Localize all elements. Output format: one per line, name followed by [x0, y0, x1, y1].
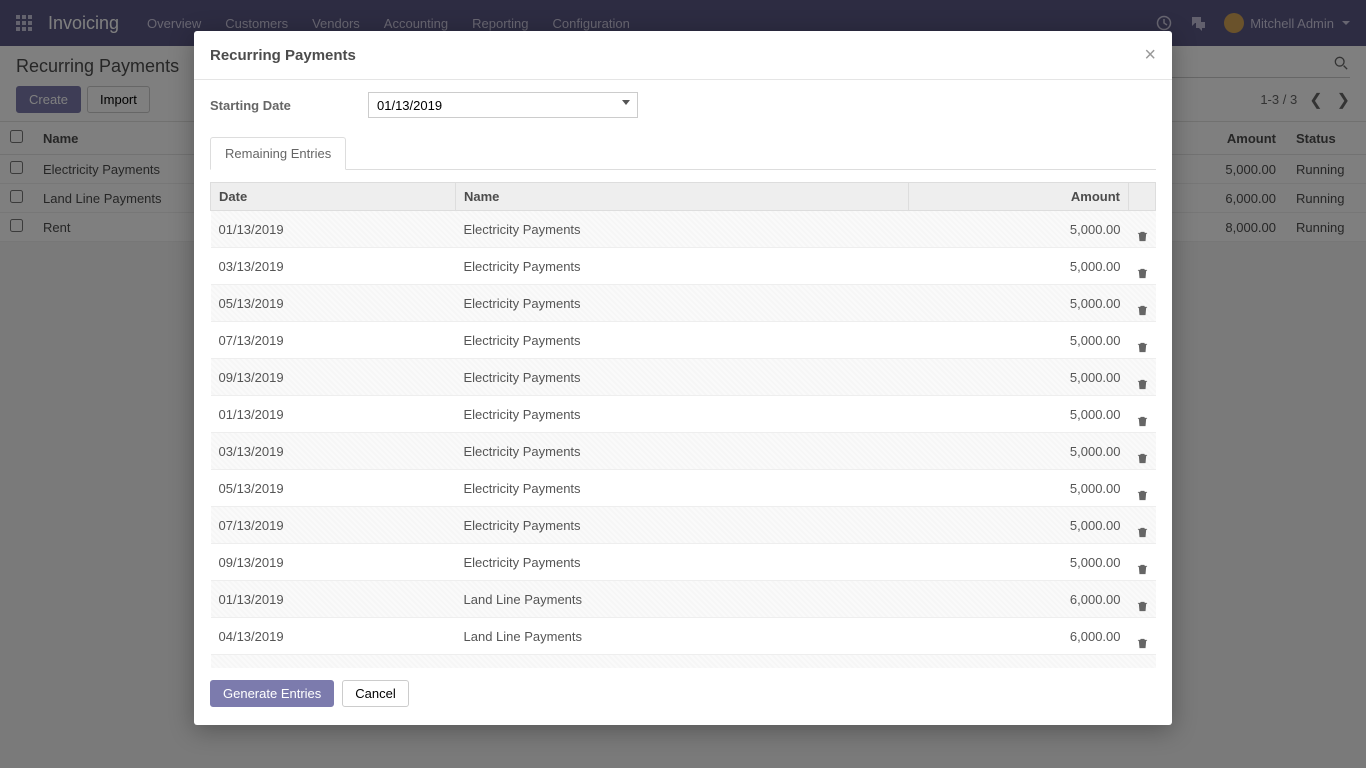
cell-name: Electricity Payments: [456, 470, 909, 507]
trash-icon[interactable]: [1137, 490, 1148, 501]
table-row[interactable]: 09/13/2019 Electricity Payments 5,000.00: [211, 359, 1156, 396]
table-row[interactable]: 04/13/2019 Land Line Payments 6,000.00: [211, 618, 1156, 655]
modal-header: Recurring Payments ×: [194, 31, 1172, 80]
cell-date: 01/13/2019: [211, 396, 456, 433]
cell-amount: 5,000.00: [909, 470, 1129, 507]
modal-title: Recurring Payments: [210, 47, 356, 64]
starting-date-input[interactable]: [368, 92, 638, 118]
trash-icon[interactable]: [1137, 564, 1148, 575]
cell-amount: 5,000.00: [909, 359, 1129, 396]
generate-entries-button[interactable]: Generate Entries: [210, 680, 334, 707]
table-row[interactable]: 07/13/2019 Electricity Payments 5,000.00: [211, 322, 1156, 359]
cell-name: Electricity Payments: [456, 433, 909, 470]
cell-name: Land Line Payments: [456, 655, 909, 669]
cell-name: Land Line Payments: [456, 618, 909, 655]
table-row[interactable]: 07/13/2019 Land Line Payments 6,000.00: [211, 655, 1156, 669]
trash-icon[interactable]: [1137, 601, 1148, 612]
cell-name: Electricity Payments: [456, 544, 909, 581]
cell-name: Electricity Payments: [456, 507, 909, 544]
cell-date: 09/13/2019: [211, 544, 456, 581]
col-amount[interactable]: Amount: [909, 183, 1129, 211]
cell-date: 05/13/2019: [211, 285, 456, 322]
table-row[interactable]: 09/13/2019 Electricity Payments 5,000.00: [211, 544, 1156, 581]
cell-name: Electricity Payments: [456, 211, 909, 248]
trash-icon[interactable]: [1137, 638, 1148, 649]
cell-date: 01/13/2019: [211, 211, 456, 248]
cell-name: Land Line Payments: [456, 581, 909, 618]
cell-date: 03/13/2019: [211, 433, 456, 470]
table-row[interactable]: 03/13/2019 Electricity Payments 5,000.00: [211, 248, 1156, 285]
table-row[interactable]: 03/13/2019 Electricity Payments 5,000.00: [211, 433, 1156, 470]
cell-amount: 5,000.00: [909, 544, 1129, 581]
chevron-down-icon[interactable]: [622, 100, 630, 105]
cell-date: 05/13/2019: [211, 470, 456, 507]
cell-name: Electricity Payments: [456, 285, 909, 322]
cell-amount: 5,000.00: [909, 507, 1129, 544]
cell-name: Electricity Payments: [456, 248, 909, 285]
cell-name: Electricity Payments: [456, 396, 909, 433]
trash-icon[interactable]: [1137, 231, 1148, 242]
trash-icon[interactable]: [1137, 342, 1148, 353]
col-actions: [1129, 183, 1156, 211]
table-row[interactable]: 01/13/2019 Electricity Payments 5,000.00: [211, 396, 1156, 433]
cell-date: 01/13/2019: [211, 581, 456, 618]
tabs: Remaining Entries: [210, 136, 1156, 170]
close-icon[interactable]: ×: [1144, 45, 1156, 65]
cell-date: 04/13/2019: [211, 618, 456, 655]
table-row[interactable]: 01/13/2019 Electricity Payments 5,000.00: [211, 211, 1156, 248]
cell-date: 07/13/2019: [211, 507, 456, 544]
trash-icon[interactable]: [1137, 527, 1148, 538]
table-row[interactable]: 01/13/2019 Land Line Payments 6,000.00: [211, 581, 1156, 618]
cell-amount: 5,000.00: [909, 285, 1129, 322]
trash-icon[interactable]: [1137, 379, 1148, 390]
cell-amount: 5,000.00: [909, 248, 1129, 285]
modal-dialog: Recurring Payments × Starting Date Remai…: [194, 31, 1172, 725]
cell-date: 07/13/2019: [211, 322, 456, 359]
cancel-button[interactable]: Cancel: [342, 680, 408, 707]
col-name[interactable]: Name: [456, 183, 909, 211]
modal-footer: Generate Entries Cancel: [194, 668, 1172, 725]
cell-name: Electricity Payments: [456, 359, 909, 396]
cell-date: 09/13/2019: [211, 359, 456, 396]
modal-body[interactable]: Starting Date Remaining Entries Date Nam…: [194, 80, 1172, 668]
cell-amount: 5,000.00: [909, 322, 1129, 359]
col-date[interactable]: Date: [211, 183, 456, 211]
cell-amount: 5,000.00: [909, 433, 1129, 470]
entries-table: Date Name Amount 01/13/2019 Electricity …: [210, 182, 1156, 668]
starting-date-label: Starting Date: [210, 98, 368, 113]
cell-amount: 5,000.00: [909, 396, 1129, 433]
cell-amount: 5,000.00: [909, 211, 1129, 248]
trash-icon[interactable]: [1137, 453, 1148, 464]
trash-icon[interactable]: [1137, 305, 1148, 316]
cell-date: 07/13/2019: [211, 655, 456, 669]
cell-amount: 6,000.00: [909, 618, 1129, 655]
table-row[interactable]: 05/13/2019 Electricity Payments 5,000.00: [211, 285, 1156, 322]
cell-amount: 6,000.00: [909, 655, 1129, 669]
cell-date: 03/13/2019: [211, 248, 456, 285]
trash-icon[interactable]: [1137, 268, 1148, 279]
cell-amount: 6,000.00: [909, 581, 1129, 618]
table-row[interactable]: 05/13/2019 Electricity Payments 5,000.00: [211, 470, 1156, 507]
trash-icon[interactable]: [1137, 416, 1148, 427]
tab-remaining-entries[interactable]: Remaining Entries: [210, 137, 346, 170]
cell-name: Electricity Payments: [456, 322, 909, 359]
table-row[interactable]: 07/13/2019 Electricity Payments 5,000.00: [211, 507, 1156, 544]
